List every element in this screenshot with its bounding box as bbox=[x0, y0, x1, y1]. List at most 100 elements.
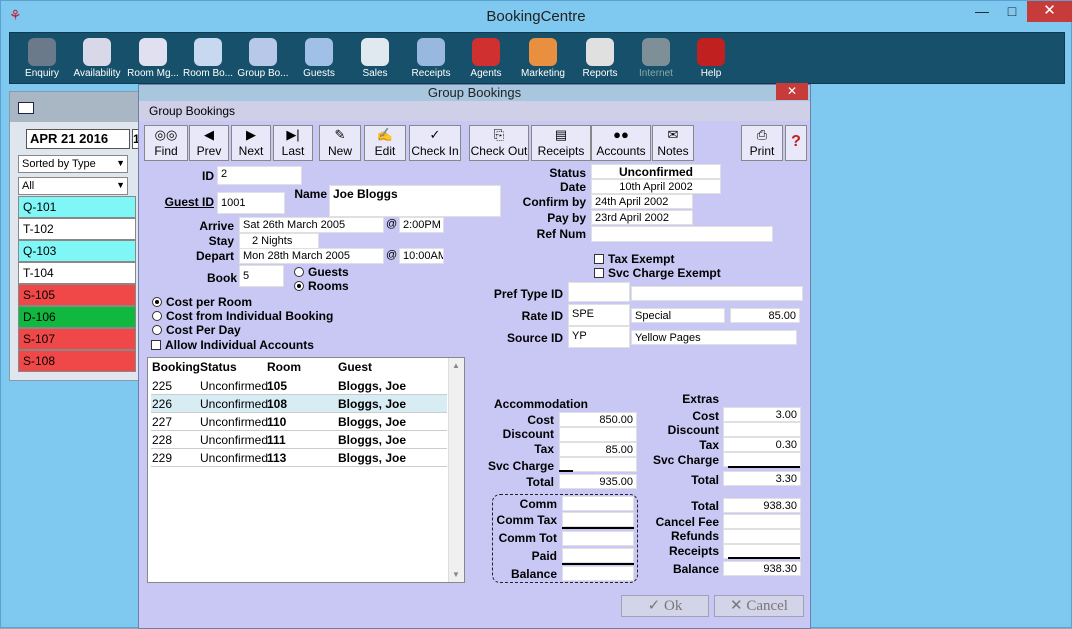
source-id-field[interactable]: YP bbox=[568, 326, 630, 348]
cost-per-day-radio[interactable]: Cost Per Day bbox=[152, 323, 241, 337]
date-field[interactable]: 10th April 2002 bbox=[591, 179, 721, 194]
room-item[interactable]: T-104 bbox=[18, 262, 136, 284]
toolbar-room-bo-button[interactable]: Room Bo... bbox=[180, 35, 236, 83]
notes-button[interactable]: ✉ Notes bbox=[652, 125, 694, 161]
rooms-radio[interactable]: Rooms bbox=[294, 279, 349, 293]
toolbar-sales-button[interactable]: Sales bbox=[347, 35, 403, 83]
table-row[interactable]: 225 Unconfirmed 105 Bloggs, Joe bbox=[151, 377, 447, 395]
room-item[interactable]: Q-101 bbox=[18, 196, 136, 218]
find-button[interactable]: ◎◎ Find bbox=[144, 125, 188, 161]
filter-select[interactable]: All ▼ bbox=[18, 177, 128, 195]
minimize-button[interactable]: — bbox=[967, 1, 997, 22]
guest-id-field[interactable]: 1001 bbox=[217, 192, 285, 214]
comm-tot-field bbox=[562, 531, 634, 546]
column-header-room[interactable]: Room bbox=[267, 360, 301, 374]
table-row[interactable]: 226 Unconfirmed 108 Bloggs, Joe bbox=[151, 395, 447, 413]
comm-field[interactable] bbox=[562, 496, 634, 511]
dialog-subtitle: Group Bookings bbox=[139, 101, 810, 121]
last-button[interactable]: ▶| Last bbox=[273, 125, 313, 161]
name-field[interactable]: Joe Bloggs bbox=[329, 185, 501, 217]
stay-field[interactable]: 2 Nights bbox=[239, 233, 319, 249]
toolbar-receipts-button[interactable]: Receipts bbox=[403, 35, 459, 83]
toolbar-guests-button[interactable]: Guests bbox=[291, 35, 347, 83]
guests-radio[interactable]: Guests bbox=[294, 265, 349, 279]
toolbar-marketing-button[interactable]: Marketing bbox=[515, 35, 571, 83]
pref-type-field[interactable] bbox=[568, 282, 630, 302]
toolbar-agents-button[interactable]: Agents bbox=[458, 35, 514, 83]
table-row[interactable]: 228 Unconfirmed 111 Bloggs, Joe bbox=[151, 431, 447, 449]
toolbar-reports-button[interactable]: Reports bbox=[572, 35, 628, 83]
dialog-close-button[interactable]: ✕ bbox=[776, 83, 808, 100]
column-header-status[interactable]: Status bbox=[200, 360, 237, 374]
cell-status: Unconfirmed bbox=[200, 433, 269, 447]
help-button[interactable]: ? bbox=[785, 125, 807, 161]
ext-cost-field[interactable]: 3.00 bbox=[723, 407, 801, 422]
pay-by-field[interactable]: 23rd April 2002 bbox=[591, 210, 693, 225]
comm-tax-field[interactable] bbox=[562, 512, 634, 527]
toolbar-group-bo-button[interactable]: Group Bo... bbox=[235, 35, 291, 83]
table-row[interactable]: 227 Unconfirmed 110 Bloggs, Joe bbox=[151, 413, 447, 431]
arrive-date-field[interactable]: Sat 26th March 2005 bbox=[239, 217, 384, 233]
depart-date-field[interactable]: Mon 28th March 2005 bbox=[239, 248, 384, 264]
toolbar-help-button[interactable]: Help bbox=[683, 35, 739, 83]
vertical-scrollbar[interactable]: ▲ ▼ bbox=[448, 358, 464, 582]
allow-individual-checkbox[interactable]: Allow Individual Accounts bbox=[151, 338, 314, 352]
toolbar-button-label: Agents bbox=[470, 68, 502, 79]
ok-button[interactable]: ✓ Ok bbox=[621, 595, 709, 617]
column-header-booking[interactable]: Booking bbox=[152, 360, 200, 374]
table-row[interactable]: 229 Unconfirmed 113 Bloggs, Joe bbox=[151, 449, 447, 467]
print-button[interactable]: ⎙ Print bbox=[741, 125, 783, 161]
receipts-button[interactable]: ▤ Receipts bbox=[531, 125, 591, 161]
tax-exempt-checkbox[interactable]: Tax Exempt bbox=[594, 252, 674, 266]
room-item[interactable]: T-102 bbox=[18, 218, 136, 240]
room-item[interactable]: Q-103 bbox=[18, 240, 136, 262]
depart-time-field[interactable]: 10:00AM bbox=[399, 248, 444, 264]
next-button[interactable]: ▶ Next bbox=[231, 125, 271, 161]
status-field[interactable]: Unconfirmed bbox=[591, 164, 721, 179]
check-out-button[interactable]: ⎘ Check Out bbox=[469, 125, 529, 161]
ext-discount-field[interactable] bbox=[723, 422, 801, 437]
paid-field[interactable] bbox=[562, 548, 634, 563]
check-in-button[interactable]: ✓ Check In bbox=[409, 125, 461, 161]
prev-button[interactable]: ◀ Prev bbox=[189, 125, 229, 161]
column-header-guest[interactable]: Guest bbox=[338, 360, 372, 374]
room-item[interactable]: S-105 bbox=[18, 284, 136, 306]
toolbar-internet-button[interactable]: Internet bbox=[628, 35, 684, 83]
panel-icon[interactable] bbox=[18, 102, 34, 114]
toolbar-availability-button[interactable]: Availability bbox=[69, 35, 125, 83]
accounts-button[interactable]: ●● Accounts bbox=[591, 125, 651, 161]
confirm-by-field[interactable]: 24th April 2002 bbox=[591, 194, 693, 209]
acc-discount-field[interactable] bbox=[559, 427, 637, 442]
scroll-down-icon[interactable]: ▼ bbox=[452, 570, 460, 579]
guest-id-label[interactable]: Guest ID bbox=[159, 195, 214, 209]
cancel-fee-field[interactable] bbox=[723, 514, 801, 529]
scroll-up-icon[interactable]: ▲ bbox=[452, 361, 460, 370]
refunds-field[interactable] bbox=[723, 529, 801, 544]
rate-id-field[interactable]: SPE bbox=[568, 304, 630, 326]
room-item[interactable]: S-108 bbox=[18, 350, 136, 372]
cost-individual-radio[interactable]: Cost from Individual Booking bbox=[152, 309, 333, 323]
close-button[interactable]: ✕ bbox=[1027, 1, 1072, 22]
room-item[interactable]: D-106 bbox=[18, 306, 136, 328]
cell-status: Unconfirmed bbox=[200, 397, 269, 411]
date-display[interactable]: APR 21 2016 bbox=[26, 129, 130, 149]
ext-svc-field[interactable] bbox=[723, 452, 801, 467]
edit-button[interactable]: ✍ Edit bbox=[364, 125, 406, 161]
svc-exempt-checkbox[interactable]: Svc Charge Exempt bbox=[594, 266, 721, 280]
book-field[interactable]: 5 bbox=[239, 265, 284, 287]
toolbar-enquiry-button[interactable]: Enquiry bbox=[14, 35, 70, 83]
sort-select[interactable]: Sorted by Type ▼ bbox=[18, 155, 128, 173]
acc-tax-field[interactable]: 85.00 bbox=[559, 442, 637, 457]
room-item[interactable]: S-107 bbox=[18, 328, 136, 350]
cost-per-room-radio[interactable]: Cost per Room bbox=[152, 295, 252, 309]
cell-guest: Bloggs, Joe bbox=[338, 451, 407, 465]
acc-cost-field[interactable]: 850.00 bbox=[559, 412, 637, 427]
ext-tax-field[interactable]: 0.30 bbox=[723, 437, 801, 452]
cancel-button[interactable]: ✕ Cancel bbox=[714, 595, 804, 617]
toolbar-room-mg-button[interactable]: Room Mg... bbox=[125, 35, 181, 83]
maximize-button[interactable]: □ bbox=[997, 1, 1027, 22]
new-button[interactable]: ✎ New bbox=[319, 125, 361, 161]
arrive-time-field[interactable]: 2:00PM bbox=[399, 217, 444, 233]
id-field[interactable]: 2 bbox=[217, 166, 302, 185]
ref-num-field[interactable] bbox=[591, 226, 773, 242]
